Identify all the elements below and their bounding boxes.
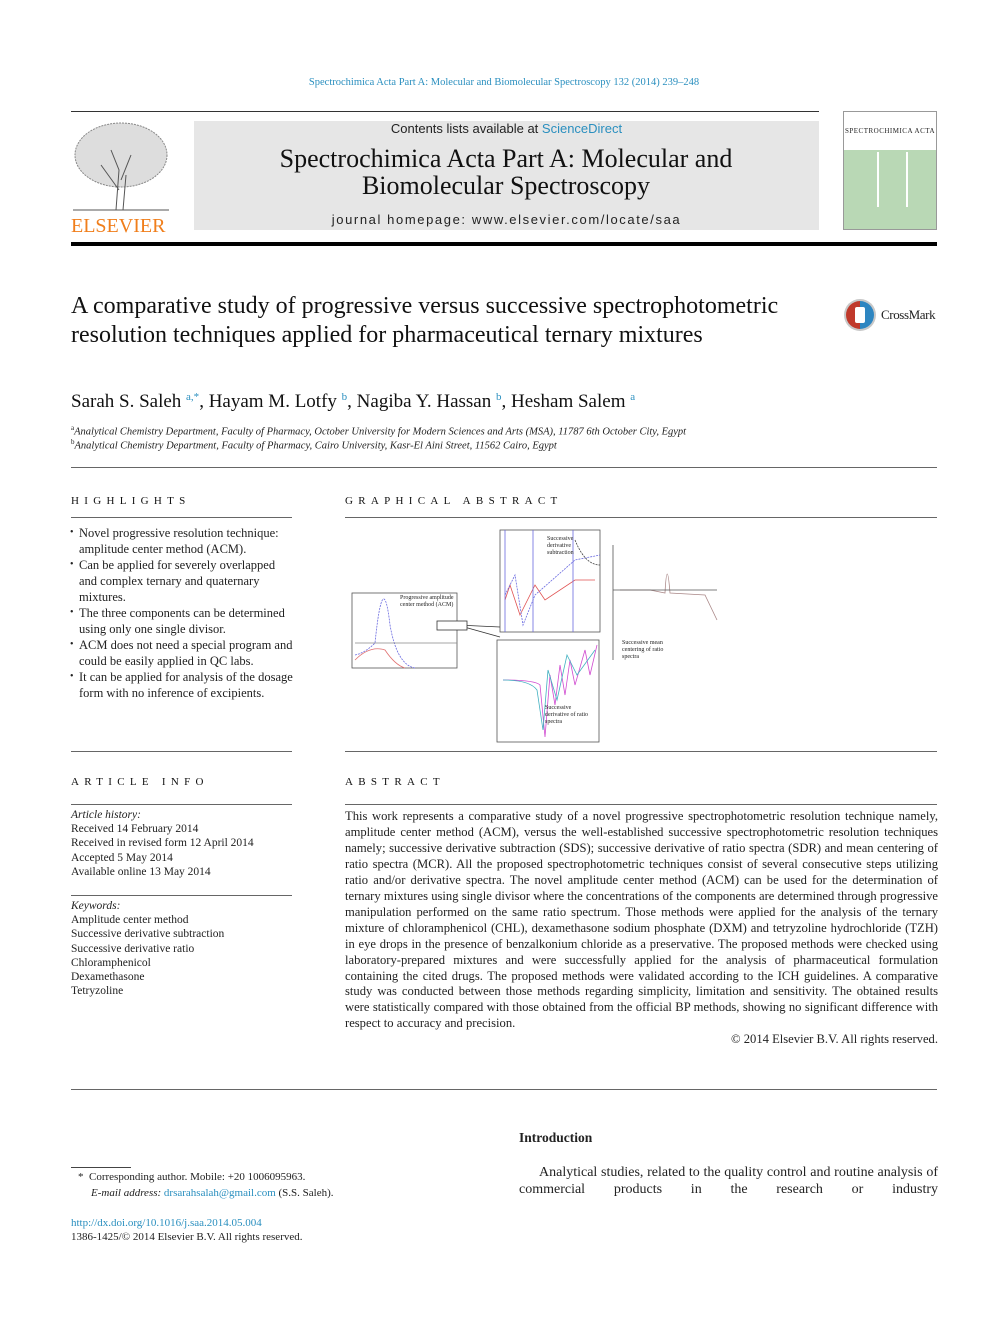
keywords-label: Keywords:	[71, 900, 121, 912]
keywords: Keywords: Amplitude center method Succes…	[71, 899, 224, 998]
abstract-heading: ABSTRACT	[345, 776, 445, 788]
author[interactable]: Sarah S. Saleh a,*	[71, 391, 199, 412]
introduction-text: Analytical studies, related to the quali…	[519, 1165, 938, 1197]
sds-curve	[504, 554, 601, 627]
keyword: Tetryzoline	[71, 985, 124, 998]
abstract-copyright: © 2014 Elsevier B.V. All rights reserved…	[731, 1032, 938, 1047]
sciencedirect-link[interactable]: ScienceDirect	[542, 121, 622, 136]
author[interactable]: Hesham Salem a	[511, 391, 635, 412]
highlight-item: The three components can be determined u…	[70, 605, 293, 637]
elsevier-tree-icon	[73, 122, 169, 211]
email-label: E-mail address:	[91, 1187, 162, 1199]
highlight-item: Can be applied for severely overlapped a…	[70, 557, 293, 605]
email-link[interactable]: drsarahsalah@gmail.com	[164, 1187, 276, 1199]
cover-stripe	[906, 152, 908, 207]
email-footnote: E-mail address: drsarahsalah@gmail.com (…	[91, 1187, 334, 1199]
sds-label: Successive derivative subtraction	[547, 536, 574, 556]
keyword: Chloramphenicol	[71, 956, 151, 969]
divider	[71, 467, 937, 468]
highlight-item: Novel progressive resolution technique: …	[70, 525, 293, 557]
divider	[345, 804, 937, 805]
highlights-list: Novel progressive resolution technique: …	[70, 525, 293, 701]
crossmark-button[interactable]: CrossMark	[843, 298, 936, 332]
journal-banner: Contents lists available at ScienceDirec…	[194, 121, 819, 230]
acm-curve	[354, 598, 416, 669]
contents-prefix: Contents lists available at	[390, 121, 542, 136]
divider	[71, 751, 292, 752]
journal-reference-link[interactable]: Spectrochimica Acta Part A: Molecular an…	[0, 77, 992, 88]
article-title: A comparative study of progressive versu…	[71, 293, 779, 348]
article-info-heading: ARTICLE INFO	[71, 776, 209, 788]
introduction-heading: Introduction	[519, 1130, 593, 1145]
email-suffix: (S.S. Saleh).	[278, 1187, 334, 1199]
abstract-text: This work represents a comparative study…	[345, 809, 938, 1031]
cover-title: SPECTROCHIMICA ACTA	[844, 112, 936, 150]
corresponding-footnote: * Corresponding author. Mobile: +20 1006…	[78, 1171, 305, 1183]
highlight-item: It can be applied for analysis of the do…	[70, 669, 293, 701]
journal-title: Spectrochimica Acta Part A: Molecular an…	[279, 144, 733, 200]
keyword: Successive derivative ratio	[71, 942, 195, 955]
header-thick-rule	[71, 242, 937, 246]
article-history: Article history: Received 14 February 20…	[71, 808, 254, 879]
issn-copyright: 1386-1425/© 2014 Elsevier B.V. All right…	[71, 1231, 303, 1243]
affiliation: bAnalytical Chemistry Department, Facult…	[71, 438, 557, 452]
history-item: Received 14 February 2014	[71, 823, 199, 836]
sdr-label: Successive derivative of ratio spectra	[545, 705, 588, 725]
footnote-mark: *	[78, 1171, 84, 1183]
divider	[345, 517, 937, 518]
mcr-curve	[620, 573, 718, 621]
history-item: Received in revised form 12 April 2014	[71, 837, 254, 850]
elsevier-wordmark: ELSEVIER	[71, 215, 166, 237]
divider	[345, 751, 937, 752]
journal-homepage[interactable]: journal homepage: www.elsevier.com/locat…	[194, 212, 819, 227]
crossmark-label: CrossMark	[881, 307, 936, 322]
graphical-abstract-heading: GRAPHICAL ABSTRACT	[345, 495, 563, 507]
keyword: Successive derivative subtraction	[71, 928, 225, 941]
divider	[71, 1089, 937, 1090]
footnote-rule	[71, 1167, 131, 1168]
arrow-box	[436, 620, 468, 631]
author[interactable]: Hayam M. Lotfy b	[209, 391, 347, 412]
corresponding-text: Corresponding author. Mobile: +20 100609…	[89, 1171, 306, 1183]
doi-link[interactable]: http://dx.doi.org/10.1016/j.saa.2014.05.…	[71, 1217, 262, 1229]
keyword: Dexamethasone	[71, 971, 145, 984]
affiliation: aAnalytical Chemistry Department, Facult…	[71, 424, 687, 438]
history-label: Article history:	[71, 809, 141, 821]
history-item: Accepted 5 May 2014	[71, 851, 173, 864]
divider	[71, 804, 292, 805]
author[interactable]: Nagiba Y. Hassan b	[357, 391, 502, 412]
contents-line: Contents lists available at ScienceDirec…	[194, 122, 819, 136]
abstract-body: This work represents a comparative study…	[345, 809, 938, 1048]
divider	[71, 517, 292, 518]
mcr-label: Successive mean centering of ratio spect…	[622, 640, 664, 660]
divider	[71, 895, 292, 896]
elsevier-logo: ELSEVIER	[71, 120, 171, 236]
header-rule	[71, 111, 819, 112]
author-list: Sarah S. Saleh a,*, Hayam M. Lotfy b, Na…	[71, 391, 636, 412]
crossmark-icon	[844, 299, 876, 331]
history-item: Available online 13 May 2014	[71, 865, 211, 878]
graphical-abstract-plots	[351, 529, 718, 743]
graphical-abstract-figure: Progressive amplitude center method (ACM…	[345, 525, 735, 745]
highlights-heading: HIGHLIGHTS	[71, 495, 191, 507]
acm-label: Progressive amplitude center method (ACM…	[400, 595, 454, 608]
journal-cover: SPECTROCHIMICA ACTA	[843, 111, 937, 230]
keyword: Amplitude center method	[71, 914, 189, 927]
cover-stripe	[877, 152, 879, 207]
highlight-item: ACM does not need a special program and …	[70, 637, 293, 669]
